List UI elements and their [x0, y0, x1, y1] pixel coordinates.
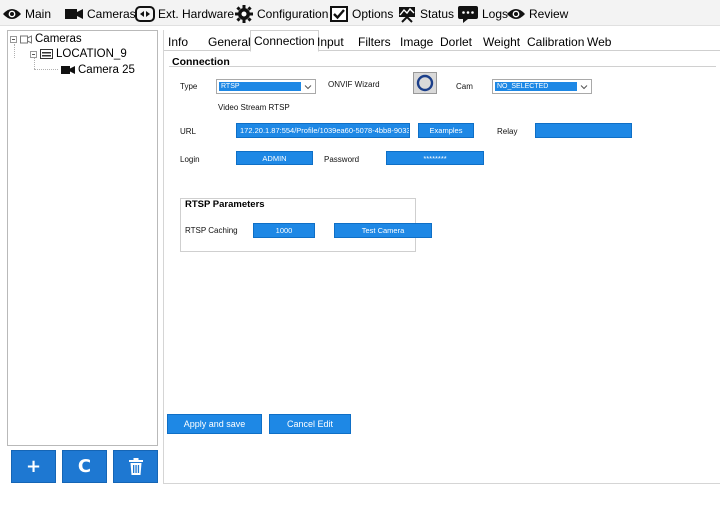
- apply-and-save-button[interactable]: Apply and save: [167, 414, 262, 434]
- menu-configuration-label: Configuration: [257, 7, 329, 21]
- tree-location-label: LOCATION_9: [56, 48, 127, 60]
- editor-tabs: Info General Connection Input Filters Im…: [164, 30, 720, 52]
- tab-general[interactable]: General: [205, 32, 254, 51]
- url-label: URL: [180, 127, 197, 136]
- menu-options[interactable]: Options: [329, 4, 393, 24]
- onvif-wizard-button[interactable]: [413, 72, 437, 94]
- cam-label: Cam: [456, 82, 473, 91]
- url-field[interactable]: 172.20.1.87:554/Profile/1039ea60-5078-4b…: [236, 123, 410, 138]
- camera-outline-icon: [20, 34, 32, 44]
- trash-icon: [128, 457, 143, 475]
- checkbox-icon: [330, 6, 348, 22]
- onvif-wizard-label: ONVIF Wizard: [328, 80, 380, 89]
- type-selected-value: RTSP: [219, 82, 301, 91]
- rtsp-group-title: RTSP Parameters: [185, 199, 265, 210]
- tab-image[interactable]: Image: [397, 32, 436, 51]
- menu-main[interactable]: Main: [2, 4, 51, 24]
- cam-selected-value: NO_SELECTED: [495, 82, 577, 91]
- connection-panel: Connection Type RTSP ONVIF Wizard Cam NO…: [164, 52, 720, 442]
- tab-input[interactable]: Input: [314, 32, 347, 51]
- menu-ext-hardware[interactable]: Ext. Hardware: [135, 4, 234, 24]
- type-label: Type: [180, 82, 198, 91]
- tree-node-root[interactable]: Cameras: [10, 33, 82, 45]
- menu-logs[interactable]: Logs: [457, 4, 508, 24]
- tab-info[interactable]: Info: [165, 32, 191, 51]
- add-button[interactable]: +: [11, 450, 56, 483]
- type-dropdown[interactable]: RTSP: [216, 79, 316, 94]
- menu-status-label: Status: [420, 7, 455, 21]
- tree-connector: [14, 44, 15, 58]
- plus-icon: +: [25, 456, 42, 477]
- tab-weight[interactable]: Weight: [480, 32, 523, 51]
- examples-button[interactable]: Examples: [418, 123, 474, 138]
- tree-connector: [34, 69, 58, 70]
- rtsp-caching-field[interactable]: 1000: [253, 223, 315, 238]
- onvif-ring-icon: [416, 74, 434, 92]
- tree-node-camera[interactable]: Camera 25: [61, 64, 135, 76]
- menu-review-label: Review: [529, 7, 569, 21]
- menu-ext-hardware-label: Ext. Hardware: [158, 7, 235, 21]
- eye-icon: [507, 9, 525, 19]
- collapse-icon[interactable]: [30, 50, 37, 58]
- login-label: Login: [180, 155, 200, 164]
- tree-root-label: Cameras: [35, 33, 82, 45]
- tab-connection[interactable]: Connection: [250, 30, 319, 52]
- chevron-down-icon: [580, 85, 588, 90]
- collapse-icon[interactable]: [10, 35, 17, 43]
- rtsp-caching-label: RTSP Caching: [185, 226, 238, 235]
- menu-cameras-label: Cameras: [87, 7, 136, 21]
- delete-button[interactable]: [113, 450, 158, 483]
- stream-type-note: Video Stream RTSP: [218, 103, 290, 112]
- camera-icon: [65, 9, 83, 19]
- camera-tree: Cameras LOCATION_9 Camera 25: [7, 30, 158, 446]
- chevron-down-icon: [304, 85, 312, 90]
- password-field[interactable]: ********: [386, 151, 484, 165]
- password-label: Password: [324, 155, 360, 164]
- status-icon: [399, 7, 415, 23]
- tree-actions: + C: [11, 450, 158, 483]
- cam-dropdown[interactable]: NO_SELECTED: [492, 79, 592, 94]
- status-strip: [0, 484, 720, 508]
- tab-filters[interactable]: Filters: [355, 32, 394, 51]
- camera-icon: [61, 66, 75, 74]
- menu-configuration[interactable]: Configuration: [234, 4, 328, 24]
- camera-editor: Info General Connection Input Filters Im…: [163, 30, 720, 484]
- login-field[interactable]: ADMIN: [236, 151, 313, 165]
- tree-node-location[interactable]: LOCATION_9: [30, 48, 127, 60]
- refresh-icon: C: [77, 456, 92, 477]
- test-camera-button[interactable]: Test Camera: [334, 223, 432, 238]
- cancel-edit-button[interactable]: Cancel Edit: [269, 414, 351, 434]
- tab-dorlet[interactable]: Dorlet: [437, 32, 475, 51]
- tab-calibration[interactable]: Calibration: [524, 32, 587, 51]
- refresh-button[interactable]: C: [62, 450, 107, 483]
- menu-options-label: Options: [352, 7, 394, 21]
- section-divider: [169, 66, 716, 67]
- server-icon: [40, 49, 53, 59]
- logs-icon: [458, 6, 478, 23]
- main-menu-bar: Main Cameras Ext. Hardware Configuration…: [0, 0, 720, 26]
- tab-web[interactable]: Web: [584, 32, 614, 51]
- eye-icon: [3, 9, 21, 19]
- tree-camera-label: Camera 25: [78, 64, 135, 76]
- menu-review[interactable]: Review: [506, 4, 568, 24]
- menu-logs-label: Logs: [482, 7, 509, 21]
- menu-cameras[interactable]: Cameras: [64, 4, 136, 24]
- relay-label: Relay: [497, 127, 518, 136]
- hardware-icon: [135, 6, 155, 22]
- gear-icon: [235, 5, 253, 23]
- menu-status[interactable]: Status: [397, 4, 454, 24]
- relay-field[interactable]: [535, 123, 632, 138]
- menu-main-label: Main: [25, 7, 52, 21]
